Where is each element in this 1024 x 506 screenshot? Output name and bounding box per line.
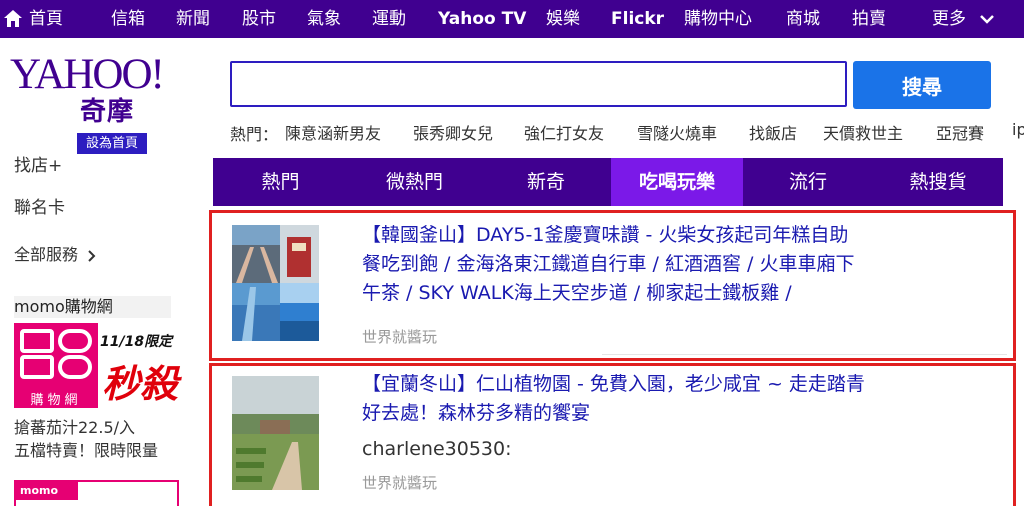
nav-item-auction[interactable]: 拍賣 <box>852 0 886 38</box>
article-title-line: 餐吃到飽 / 金海洛東江鐵道自行車 / 紅酒酒窖 / 火車車廂下 <box>362 253 855 275</box>
nav-item-sports[interactable]: 運動 <box>372 0 406 38</box>
tab-food-fun[interactable]: 吃喝玩樂 <box>611 158 743 206</box>
article-title[interactable]: 【宜蘭冬山】仁山植物園 - 免費入園，老少咸宜 ~ 走走踏青 好去處！森林芬多精… <box>362 370 865 428</box>
momo-logo: 購物網 <box>14 323 98 408</box>
article-card[interactable]: 【韓國釜山】DAY5-1釜慶寶味讚 - 火柴女孩起司年糕自助 餐吃到飽 / 金海… <box>209 210 1016 361</box>
nav-item-mail[interactable]: 信箱 <box>111 0 145 38</box>
hot-search-item[interactable]: 亞冠賽 <box>936 120 984 144</box>
momo-ad-banner[interactable]: 購物網 11/18限定 秒殺 <box>14 323 179 408</box>
article-title[interactable]: 【韓國釜山】DAY5-1釜慶寶味讚 - 火柴女孩起司年糕自助 餐吃到飽 / 金海… <box>362 221 854 308</box>
search-input[interactable] <box>230 61 847 107</box>
nav-item-shopping-center[interactable]: 購物中心 <box>684 0 752 38</box>
article-title-line: 好去處！森林芬多精的饗宴 <box>362 402 591 424</box>
hot-search-item[interactable]: 陳意涵新男友 <box>285 120 381 144</box>
promo-word: 秒殺 <box>102 362 179 406</box>
nav-item-yahoo-tv[interactable]: Yahoo TV <box>438 0 526 38</box>
search-button[interactable]: 搜尋 <box>853 61 991 109</box>
hot-search-item[interactable]: 張秀卿女兒 <box>413 120 493 144</box>
hot-search-item[interactable]: 雪隧火燒車 <box>637 120 717 144</box>
home-icon[interactable] <box>3 9 23 29</box>
tab-mini-hot[interactable]: 微熱門 <box>348 158 481 206</box>
logo-subtitle: 奇摩 <box>80 97 135 127</box>
tab-novelty[interactable]: 新奇 <box>481 158 611 206</box>
hot-search-item[interactable]: 找飯店 <box>749 120 797 144</box>
nav-item-stocks[interactable]: 股市 <box>242 0 276 38</box>
chevron-down-icon[interactable] <box>980 14 994 24</box>
nav-item-more[interactable]: 更多 <box>932 0 966 38</box>
momo-section-title: momo購物網 <box>14 296 171 318</box>
chevron-right-icon <box>88 249 96 262</box>
nav-item-news[interactable]: 新聞 <box>176 0 210 38</box>
nav-item-flickr[interactable]: Flickr <box>611 0 664 38</box>
article-title-line: 【宜蘭冬山】仁山植物園 - 免費入園，老少咸宜 ~ 走走踏青 <box>362 373 865 395</box>
divider <box>602 354 1007 355</box>
momo-desc-line1[interactable]: 搶蕃茄汁22.5/入 <box>14 414 135 438</box>
sidebar-item-label: 全部服務 <box>14 245 79 264</box>
nav-item-home[interactable]: 首頁 <box>29 0 63 38</box>
hot-search-item[interactable]: 天價救世主 <box>823 120 903 144</box>
hot-search-item[interactable]: 強仁打女友 <box>524 120 604 144</box>
momo-tile-text: 購物網 <box>30 393 82 408</box>
promo-date: 11/18限定 <box>100 334 173 350</box>
article-source[interactable]: 世界就醬玩 <box>362 326 437 347</box>
article-title-line: 【韓國釜山】DAY5-1釜慶寶味讚 - 火柴女孩起司年糕自助 <box>362 224 849 246</box>
logo-text: YAHOO! <box>10 54 163 94</box>
article-thumbnail[interactable] <box>232 376 319 490</box>
busan-photo-collage <box>232 225 319 341</box>
momo-desc-line2[interactable]: 五檔特賣！限時限量 <box>14 437 158 461</box>
hot-search-item[interactable]: ip <box>1012 120 1024 139</box>
nav-item-weather[interactable]: 氣象 <box>307 0 341 38</box>
set-homepage-button[interactable]: 設為首頁 <box>77 133 147 154</box>
tab-hot-products[interactable]: 熱搜貨 <box>873 158 1003 206</box>
article-title-line: 午茶 / SKY WALK海上天空步道 / 柳家起士鐵板雞 / <box>362 282 792 304</box>
sidebar-item-all-services[interactable]: 全部服務 <box>14 241 96 265</box>
category-tabs: 熱門 微熱門 新奇 吃喝玩樂 流行 熱搜貨 <box>213 158 1003 206</box>
momo-ad-banner-2[interactable]: momo <box>14 480 179 506</box>
tab-hot[interactable]: 熱門 <box>213 158 348 206</box>
nav-item-mall[interactable]: 商城 <box>786 0 820 38</box>
garden-photo <box>232 376 319 490</box>
top-navigation-bar: 首頁 信箱 新聞 股市 氣象 運動 Yahoo TV 娛樂 Flickr 購物中… <box>0 0 1024 38</box>
article-source[interactable]: 世界就醬玩 <box>362 472 437 493</box>
sidebar-item-co-brand-card[interactable]: 聯名卡 <box>14 193 65 218</box>
tab-fashion[interactable]: 流行 <box>743 158 873 206</box>
article-author[interactable]: charlene30530: <box>362 438 512 460</box>
momo-logo-small: momo <box>16 482 78 500</box>
hot-searches-label: 熱門： <box>230 125 279 144</box>
article-thumbnail[interactable] <box>232 225 319 341</box>
sidebar-item-find-store[interactable]: 找店+ <box>14 151 62 176</box>
nav-item-entertainment[interactable]: 娛樂 <box>546 0 580 38</box>
momo-logo-mark <box>20 329 92 379</box>
yahoo-logo-wordmark: YAHOO! <box>10 51 165 98</box>
article-card[interactable]: 【宜蘭冬山】仁山植物園 - 免費入園，老少咸宜 ~ 走走踏青 好去處！森林芬多精… <box>209 363 1016 506</box>
